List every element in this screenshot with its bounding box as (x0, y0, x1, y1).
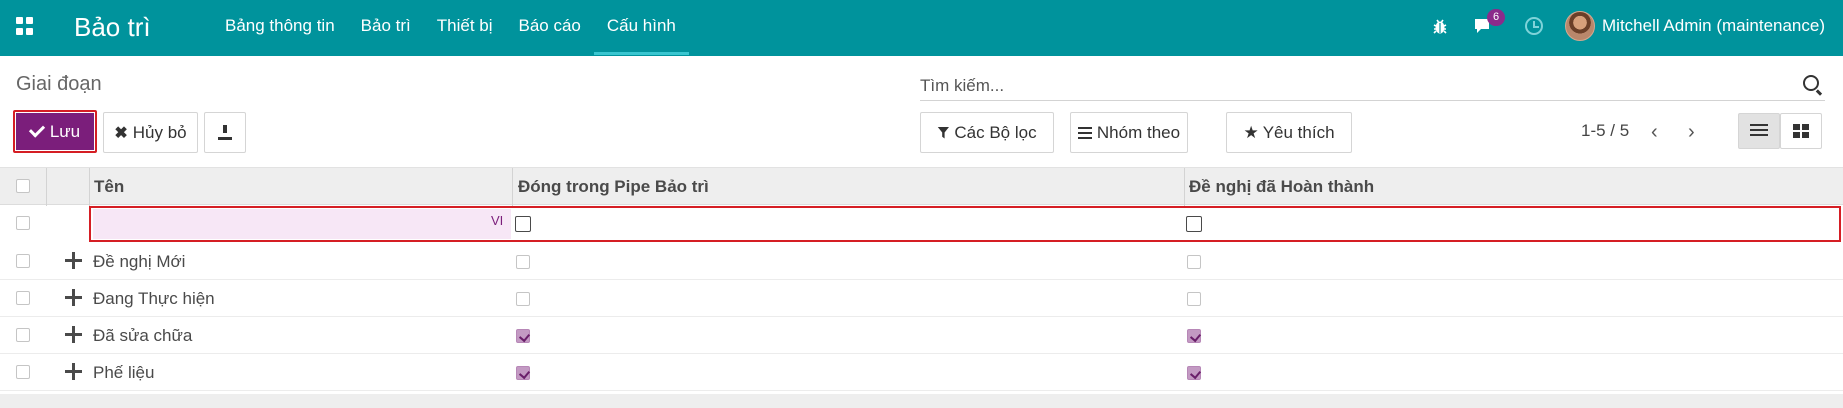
fold-checkbox (516, 366, 530, 380)
filters-button[interactable]: Các Bộ lọc (920, 112, 1054, 153)
done-checkbox (1187, 366, 1201, 380)
row-select-checkbox[interactable] (16, 365, 30, 379)
column-separator (512, 168, 513, 206)
favorites-button[interactable]: ★ Yêu thích (1226, 112, 1352, 153)
save-label: Lưu (49, 121, 81, 141)
pager-value[interactable]: 1-5 / 5 (1581, 121, 1629, 141)
apps-menu-icon[interactable] (16, 17, 34, 35)
drag-handle-icon[interactable] (65, 363, 82, 380)
download-icon (218, 125, 232, 140)
breadcrumb: Giai đoạn (16, 73, 102, 95)
kanban-view-icon (1793, 124, 1809, 138)
group-by-button[interactable]: Nhóm theo (1070, 112, 1188, 153)
menu-item-maintenance[interactable]: Bảo trì (348, 0, 424, 52)
table-header: Tên Đóng trong Pipe Bảo trì Đề nghị đã H… (0, 167, 1843, 206)
chevron-left-icon[interactable]: ‹ (1651, 121, 1658, 144)
fold-checkbox-input[interactable] (515, 216, 531, 232)
done-checkbox (1187, 329, 1201, 343)
save-button[interactable]: Lưu (13, 110, 97, 153)
column-header-name[interactable]: Tên (94, 168, 124, 205)
table-row[interactable]: Đề nghị Mới (0, 243, 1843, 280)
menu-item-dashboard[interactable]: Bảng thông tin (212, 0, 348, 52)
row-select-checkbox[interactable] (16, 254, 30, 268)
stage-name: Phế liệu (93, 363, 155, 382)
menu-item-equipment[interactable]: Thiết bị (424, 0, 506, 52)
menu-item-configuration[interactable]: Cấu hình (593, 0, 689, 55)
cancel-label: Hủy bỏ (132, 122, 187, 142)
done-checkbox (1187, 255, 1201, 269)
drag-handle-icon[interactable] (65, 289, 82, 306)
user-avatar[interactable] (1565, 11, 1596, 41)
new-record-row: VI (0, 205, 1843, 243)
table-row[interactable]: Đã sửa chữa (0, 317, 1843, 354)
stage-name: Đang Thực hiện (93, 289, 215, 308)
star-icon: ★ (1243, 122, 1259, 142)
filters-label: Các Bộ lọc (954, 122, 1037, 142)
top-navbar: Bảo trì Bảng thông tin Bảo trì Thiết bị … (0, 0, 1843, 56)
list-view-icon (1750, 124, 1768, 138)
table-row[interactable]: Phế liệu (0, 354, 1843, 391)
done-checkbox-input[interactable] (1186, 216, 1202, 232)
done-checkbox (1187, 292, 1201, 306)
table-row[interactable]: Đang Thực hiện (0, 280, 1843, 317)
user-menu[interactable]: Mitchell Admin (maintenance) (1602, 16, 1825, 36)
row-select-checkbox[interactable] (16, 291, 30, 305)
search-icon[interactable] (1803, 75, 1819, 91)
download-button[interactable] (204, 112, 246, 153)
table-footer (0, 394, 1843, 408)
check-icon (28, 121, 45, 138)
cancel-button[interactable]: ✖ Hủy bỏ (103, 112, 198, 153)
list-view-button[interactable] (1738, 113, 1780, 149)
kanban-view-button[interactable] (1780, 113, 1822, 149)
bug-icon[interactable] (1431, 17, 1449, 35)
column-separator (46, 168, 47, 206)
fold-checkbox (516, 292, 530, 306)
fold-checkbox (516, 255, 530, 269)
drag-handle-icon[interactable] (65, 326, 82, 343)
search-bar (920, 73, 1825, 101)
column-separator (89, 168, 90, 206)
column-header-fold[interactable]: Đóng trong Pipe Bảo trì (518, 168, 709, 205)
activity-clock-icon[interactable] (1525, 17, 1544, 35)
search-input[interactable] (920, 73, 1780, 99)
favorites-label: Yêu thích (1262, 122, 1335, 142)
messages-count-badge: 6 (1487, 9, 1506, 26)
menu-item-reporting[interactable]: Báo cáo (506, 0, 594, 52)
stage-name: Đề nghị Mới (93, 252, 186, 271)
column-header-done[interactable]: Đề nghị đã Hoàn thành (1189, 168, 1374, 205)
chevron-right-icon[interactable]: › (1688, 121, 1695, 144)
messages-icon[interactable]: 6 (1473, 9, 1506, 35)
fold-checkbox (516, 329, 530, 343)
row-select-checkbox[interactable] (16, 328, 30, 342)
bars-icon (1077, 126, 1092, 139)
translate-button[interactable]: VI (491, 213, 503, 228)
row-select-checkbox[interactable] (16, 216, 30, 230)
navbar-systray: 6 Mitchell Admin (maintenance) (1431, 0, 1825, 52)
main-menu: Bảng thông tin Bảo trì Thiết bị Báo cáo … (212, 0, 689, 55)
stage-name: Đã sửa chữa (93, 326, 193, 345)
app-title[interactable]: Bảo trì (74, 12, 151, 43)
group-by-label: Nhóm theo (1096, 122, 1181, 142)
close-icon: ✖ (114, 124, 128, 142)
select-all-checkbox[interactable] (16, 179, 30, 193)
filter-icon (937, 126, 950, 139)
stage-name-input[interactable] (93, 209, 511, 239)
drag-handle-icon[interactable] (65, 252, 82, 269)
column-separator (1184, 168, 1185, 206)
